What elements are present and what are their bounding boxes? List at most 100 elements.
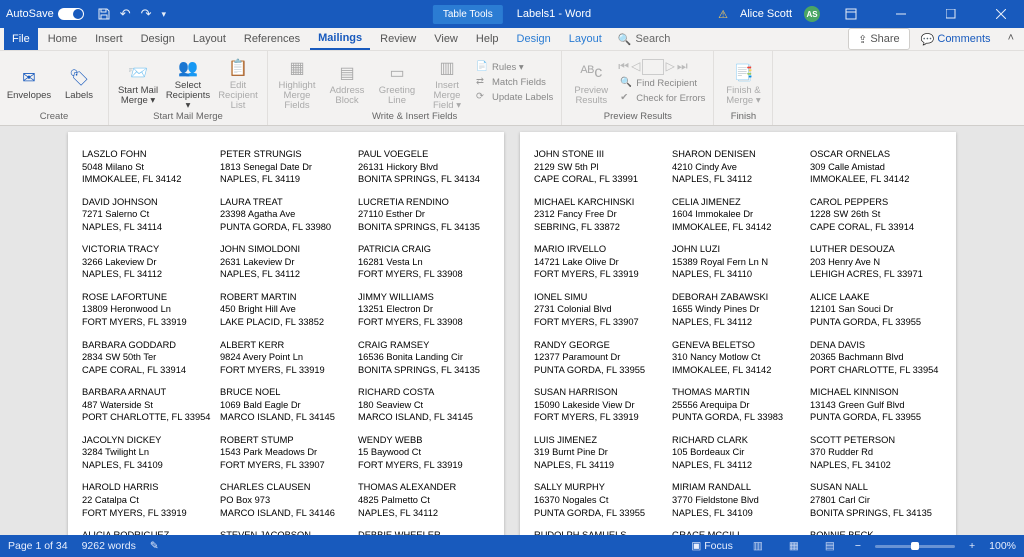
mailing-label[interactable]: VICTORIA TRACY3266 Lakeview DrNAPLES, FL… — [82, 243, 214, 281]
read-mode-icon[interactable]: ▥ — [747, 538, 769, 554]
mailing-label[interactable]: CRAIG RAMSEY16536 Bonita Landing CirBONI… — [358, 339, 490, 377]
search-box[interactable]: 🔍Search — [618, 28, 671, 50]
mailing-label[interactable]: LUCRETIA RENDINO27110 Esther DrBONITA SP… — [358, 196, 490, 234]
mailing-label[interactable]: BARBARA GODDARD2834 SW 50th TerCAPE CORA… — [82, 339, 214, 377]
mailing-label[interactable]: CHARLES CLAUSENPO Box 973MARCO ISLAND, F… — [220, 481, 352, 519]
mailing-label[interactable]: RANDY GEORGE12377 Paramount DrPUNTA GORD… — [534, 339, 666, 377]
mailing-label[interactable]: THOMAS MARTIN25556 Arequipa DrPUNTA GORD… — [672, 386, 804, 424]
zoom-slider[interactable] — [875, 545, 955, 548]
user-avatar[interactable]: AS — [804, 6, 820, 22]
mailing-label[interactable]: ALBERT KERR9824 Avery Point LnFORT MYERS… — [220, 339, 352, 377]
address-block-button[interactable]: ▤Address Block — [324, 58, 370, 106]
mailing-label[interactable]: MICHAEL KARCHINSKI2312 Fancy Free DrSEBR… — [534, 196, 666, 234]
tab-mailings[interactable]: Mailings — [310, 28, 370, 50]
finish-merge-button[interactable]: 📑Finish & Merge ▾ — [720, 58, 766, 106]
spellcheck-icon[interactable]: ✎ — [150, 540, 159, 552]
mailing-label[interactable]: MARIO IRVELLO14721 Lake Olive DrFORT MYE… — [534, 243, 666, 281]
tab-insert[interactable]: Insert — [87, 28, 131, 50]
mailing-label[interactable]: ALICE LAAKE12101 San Souci DrPUNTA GORDA… — [810, 291, 942, 329]
select-recipients-button[interactable]: 👥Select Recipients ▾ — [165, 53, 211, 111]
envelopes-button[interactable]: ✉Envelopes — [6, 63, 52, 101]
tab-file[interactable]: File — [4, 28, 38, 50]
preview-results-button[interactable]: ᴬᴮᴄPreview Results — [568, 58, 614, 106]
start-mail-merge-button[interactable]: 📨Start Mail Merge ▾ — [115, 58, 161, 106]
mailing-label[interactable]: JOHN SIMOLDONI2631 Lakeview DrNAPLES, FL… — [220, 243, 352, 281]
mailing-label[interactable]: SCOTT PETERSON370 Rudder RdNAPLES, FL 34… — [810, 434, 942, 472]
minimize-button[interactable] — [882, 0, 920, 28]
mailing-label[interactable]: ALICIA RODRIGUEZ — [82, 529, 214, 535]
find-recipient-button[interactable]: 🔍Find Recipient — [618, 76, 707, 90]
mailing-label[interactable]: GENEVA BELETSO310 Nancy Motlow CtIMMOKAL… — [672, 339, 804, 377]
tab-table-layout[interactable]: Layout — [561, 28, 610, 50]
zoom-in-icon[interactable]: + — [969, 540, 975, 552]
mailing-label[interactable]: JIMMY WILLIAMS13251 Electron DrFORT MYER… — [358, 291, 490, 329]
tab-help[interactable]: Help — [468, 28, 507, 50]
redo-icon[interactable]: ↷ — [141, 6, 152, 22]
qat-customize-icon[interactable]: ▾ — [162, 9, 167, 20]
ribbon-options-icon[interactable] — [832, 0, 870, 28]
mailing-label[interactable]: BONNIE BECK — [810, 529, 942, 535]
mailing-label[interactable]: PAUL VOEGELE26131 Hickory BlvdBONITA SPR… — [358, 148, 490, 186]
mailing-label[interactable]: BRUCE NOEL1069 Bald Eagle DrMARCO ISLAND… — [220, 386, 352, 424]
user-name[interactable]: Alice Scott — [740, 8, 792, 20]
mailing-label[interactable]: DEBORAH ZABAWSKI1655 Windy Pines DrNAPLE… — [672, 291, 804, 329]
match-fields-button[interactable]: ⇄Match Fields — [474, 75, 555, 89]
mailing-label[interactable]: LUTHER DESOUZA203 Henry Ave NLEHIGH ACRE… — [810, 243, 942, 281]
mailing-label[interactable]: DENA DAVIS20365 Bachmann BlvdPORT CHARLO… — [810, 339, 942, 377]
mailing-label[interactable]: DEBBIE WHEELER — [358, 529, 490, 535]
mailing-label[interactable]: ROBERT STUMP1543 Park Meadows DrFORT MYE… — [220, 434, 352, 472]
record-nav[interactable]: ⏮◁ ▷⏭ — [618, 59, 707, 75]
web-layout-icon[interactable]: ▤ — [819, 538, 841, 554]
comments-button[interactable]: 💬Comments — [912, 28, 1000, 50]
mailing-label[interactable]: THOMAS ALEXANDER4825 Palmetto CtNAPLES, … — [358, 481, 490, 519]
mailing-label[interactable]: ROBERT MARTIN450 Bright Hill AveLAKE PLA… — [220, 291, 352, 329]
mailing-label[interactable]: SHARON DENISEN4210 Cindy AveNAPLES, FL 3… — [672, 148, 804, 186]
mailing-label[interactable]: OSCAR ORNELAS309 Calle AmistadIMMOKALEE,… — [810, 148, 942, 186]
tab-references[interactable]: References — [236, 28, 308, 50]
collapse-ribbon-icon[interactable]: ˄ — [1002, 28, 1020, 50]
mailing-label[interactable]: SUSAN HARRISON15090 Lakeside View DrFORT… — [534, 386, 666, 424]
mailing-label[interactable]: LASZLO FOHN5048 Milano StIMMOKALEE, FL 3… — [82, 148, 214, 186]
tab-view[interactable]: View — [426, 28, 466, 50]
close-button[interactable] — [982, 0, 1020, 28]
undo-icon[interactable]: ↶ — [120, 6, 131, 22]
highlight-merge-fields-button[interactable]: ▦Highlight Merge Fields — [274, 53, 320, 111]
mailing-label[interactable]: CAROL PEPPERS1228 SW 26th StCAPE CORAL, … — [810, 196, 942, 234]
mailing-label[interactable]: LUIS JIMENEZ319 Burnt Pine DrNAPLES, FL … — [534, 434, 666, 472]
update-labels-button[interactable]: ⟳Update Labels — [474, 90, 555, 104]
print-layout-icon[interactable]: ▦ — [783, 538, 805, 554]
document-area[interactable]: LASZLO FOHN5048 Milano StIMMOKALEE, FL 3… — [0, 126, 1024, 535]
mailing-label[interactable]: MICHAEL KINNISON13143 Green Gulf BlvdPUN… — [810, 386, 942, 424]
mailing-label[interactable]: RICHARD COSTA180 Seaview CtMARCO ISLAND,… — [358, 386, 490, 424]
mailing-label[interactable]: IONEL SIMU2731 Colonial BlvdFORT MYERS, … — [534, 291, 666, 329]
mailing-label[interactable]: PETER STRUNGIS1813 Senegal Date DrNAPLES… — [220, 148, 352, 186]
mailing-label[interactable]: CELIA JIMENEZ1604 Immokalee DrIMMOKALEE,… — [672, 196, 804, 234]
tab-home[interactable]: Home — [40, 28, 85, 50]
tab-design[interactable]: Design — [133, 28, 183, 50]
tab-review[interactable]: Review — [372, 28, 424, 50]
mailing-label[interactable]: BARBARA ARNAUT487 Waterside StPORT CHARL… — [82, 386, 214, 424]
focus-mode-button[interactable]: ▣Focus — [691, 540, 733, 552]
mailing-label[interactable]: LAURA TREAT23398 Agatha AvePUNTA GORDA, … — [220, 196, 352, 234]
save-icon[interactable] — [98, 8, 110, 20]
mailing-label[interactable]: ROSE LAFORTUNE13809 Heronwood LnFORT MYE… — [82, 291, 214, 329]
greeting-line-button[interactable]: ▭Greeting Line — [374, 58, 420, 106]
tab-layout[interactable]: Layout — [185, 28, 234, 50]
mailing-label[interactable]: RICHARD CLARK105 Bordeaux CirNAPLES, FL … — [672, 434, 804, 472]
maximize-button[interactable] — [932, 0, 970, 28]
mailing-label[interactable]: SALLY MURPHY16370 Nogales CtPUNTA GORDA,… — [534, 481, 666, 519]
mailing-label[interactable]: PATRICIA CRAIG16281 Vesta LnFORT MYERS, … — [358, 243, 490, 281]
mailing-label[interactable]: SUSAN NALL27801 Carl CirBONITA SPRINGS, … — [810, 481, 942, 519]
share-button[interactable]: ⇪Share — [848, 28, 910, 50]
mailing-label[interactable]: STEVEN JACOBSON — [220, 529, 352, 535]
mailing-label[interactable]: MIRIAM RANDALL3770 Fieldstone BlvdNAPLES… — [672, 481, 804, 519]
insert-merge-field-button[interactable]: ▥Insert Merge Field ▾ — [424, 53, 470, 111]
mailing-label[interactable]: HAROLD HARRIS22 Catalpa CtFORT MYERS, FL… — [82, 481, 214, 519]
word-count[interactable]: 9262 words — [82, 540, 136, 552]
mailing-label[interactable]: JOHN STONE III2129 SW 5th PlCAPE CORAL, … — [534, 148, 666, 186]
zoom-level[interactable]: 100% — [989, 540, 1016, 552]
check-errors-button[interactable]: ✔Check for Errors — [618, 91, 707, 105]
autosave-toggle[interactable]: AutoSave — [0, 8, 90, 20]
mailing-label[interactable]: RUDOLPH SAMUELS — [534, 529, 666, 535]
edit-recipient-list-button[interactable]: 📋Edit Recipient List — [215, 53, 261, 111]
